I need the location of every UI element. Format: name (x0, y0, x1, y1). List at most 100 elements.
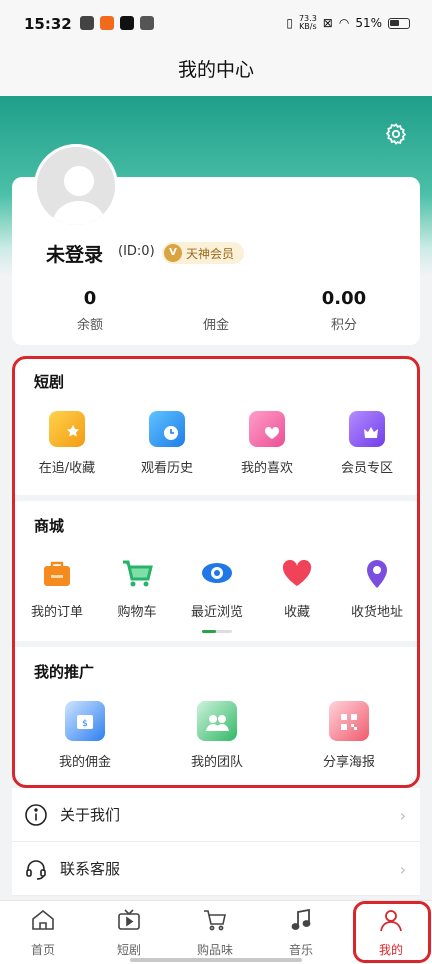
battery-icon (388, 17, 410, 29)
tab-short-drama[interactable]: 短剧 (86, 907, 172, 958)
gesture-home-indicator[interactable] (130, 958, 302, 962)
crown-vip-icon (349, 411, 385, 447)
username[interactable]: 未登录 (46, 240, 103, 267)
grid-item-label: 观看历史 (140, 461, 193, 476)
grid-item-favorites[interactable]: 收藏 (257, 555, 337, 620)
tab-label: 音乐 (288, 943, 313, 957)
section-divider (15, 641, 417, 647)
grid-item-label: 会员专区 (340, 461, 393, 476)
grid-item-team[interactable]: 我的团队 (175, 701, 259, 770)
grid-item-cart[interactable]: 购物车 (97, 555, 177, 620)
section-title-mall: 商城 (34, 517, 65, 535)
battery-percent: 51% (355, 16, 382, 30)
grid-item-label: 收货地址 (350, 605, 403, 620)
grid-item-orders[interactable]: 我的订单 (17, 555, 97, 620)
sections-card: 短剧 在追/收藏 观看历史 我的喜欢 会员专区 商城 我的订单 购物车 最近浏览… (12, 356, 420, 788)
title-bar: 我的中心 (0, 48, 432, 96)
stat-points[interactable]: 0.00 积分 (284, 288, 404, 333)
net-speed-unit: KB/s (299, 22, 317, 31)
stat-commission[interactable]: 佣金 (156, 288, 276, 333)
stat-points-value: 0.00 (321, 288, 367, 309)
avatar[interactable] (34, 144, 118, 228)
grid-item-label: 我的订单 (30, 605, 83, 620)
stat-balance-value: 0 (83, 288, 97, 309)
tiktok-icon (120, 16, 134, 30)
music-note-icon (291, 908, 311, 930)
settings-gear-icon[interactable] (384, 122, 408, 146)
vip-v-icon: V (164, 244, 182, 262)
headset-icon (26, 859, 46, 880)
grid-scroll-indicator (202, 630, 232, 633)
grid-item-label: 在追/收藏 (38, 461, 96, 476)
bag-orders-icon (39, 555, 75, 591)
menu-item-label: 联系客服 (60, 860, 121, 878)
tab-label: 购品味 (196, 943, 233, 957)
heart-like-icon (249, 411, 285, 447)
team-icon (197, 701, 237, 741)
crown-icon (140, 16, 154, 30)
eye-browse-icon (199, 555, 235, 591)
grid-item-label: 分享海报 (322, 755, 375, 770)
vibrate-icon: ▯ (286, 16, 293, 30)
stat-balance-label: 余额 (76, 318, 103, 333)
tab-music[interactable]: 音乐 (258, 907, 344, 958)
tab-home[interactable]: 首页 (0, 907, 86, 958)
menu-item-label: 关于我们 (60, 806, 121, 824)
grid-item-address[interactable]: 收货地址 (337, 555, 417, 620)
tv-icon (118, 909, 140, 930)
grid-item-label: 购物车 (117, 605, 157, 620)
location-pin-icon (359, 555, 395, 591)
section-divider (15, 495, 417, 501)
section-title-short-drama: 短剧 (34, 373, 65, 391)
stat-points-label: 积分 (330, 318, 357, 333)
grid-item-poster[interactable]: 分享海报 (307, 701, 391, 770)
network-speed: 73.3 KB/s (299, 15, 317, 31)
cart-icon (119, 555, 155, 591)
tab-label: 短剧 (116, 943, 141, 957)
grid-item-label: 我的喜欢 (240, 461, 293, 476)
grid-item-following[interactable]: 在追/收藏 (25, 411, 109, 476)
cart-icon (204, 910, 226, 931)
stat-balance[interactable]: 0 余额 (30, 288, 150, 333)
grid-item-likes[interactable]: 我的喜欢 (225, 411, 309, 476)
qr-poster-icon (329, 701, 369, 741)
stat-commission-label: 佣金 (202, 318, 229, 333)
menu-item-about[interactable]: 关于我们 › (12, 788, 420, 842)
grid-item-vip-zone[interactable]: 会员专区 (325, 411, 409, 476)
notification-icons (80, 16, 154, 30)
star-collection-icon (49, 411, 85, 447)
tab-shop[interactable]: 购品味 (172, 907, 258, 958)
sim-icon: ⊠ (322, 16, 333, 30)
app-badge-icon (100, 16, 114, 30)
grid-item-label: 收藏 (283, 605, 310, 620)
tab-label: 首页 (30, 943, 55, 957)
grid-item-history[interactable]: 观看历史 (125, 411, 209, 476)
heart-favorite-icon (279, 555, 315, 591)
chevron-right-icon: › (399, 806, 406, 825)
settings-list: 关于我们 › 联系客服 › (12, 788, 420, 896)
grid-item-browse[interactable]: 最近浏览 (177, 555, 257, 620)
info-icon (25, 803, 47, 826)
user-id: (ID:0) (118, 244, 155, 259)
active-tab-highlight (353, 901, 431, 963)
vip-badge-label: 天神会员 (186, 246, 235, 261)
link-icon (80, 16, 94, 30)
menu-item-support[interactable]: 联系客服 › (12, 842, 420, 896)
page-title: 我的中心 (177, 59, 254, 81)
status-bar: 15:32 ▯ 73.3 KB/s ⊠ ◠ 51% (0, 0, 432, 48)
wifi-icon: ◠ (338, 16, 350, 30)
status-time: 15:32 (24, 15, 72, 33)
svg-text:$: $ (82, 719, 88, 729)
vip-badge[interactable]: V 天神会员 (162, 242, 245, 264)
commission-icon: $ (65, 701, 105, 741)
grid-item-label: 最近浏览 (190, 605, 243, 620)
grid-item-label: 我的团队 (190, 755, 243, 770)
section-title-promotion: 我的推广 (34, 663, 95, 681)
clock-history-icon (149, 411, 185, 447)
stat-commission-value (156, 288, 276, 310)
chevron-right-icon: › (399, 860, 406, 879)
grid-item-label: 我的佣金 (58, 755, 111, 770)
home-icon (32, 909, 54, 930)
status-right: ▯ 73.3 KB/s ⊠ ◠ 51% (286, 15, 410, 31)
grid-item-commission[interactable]: $ 我的佣金 (43, 701, 127, 770)
